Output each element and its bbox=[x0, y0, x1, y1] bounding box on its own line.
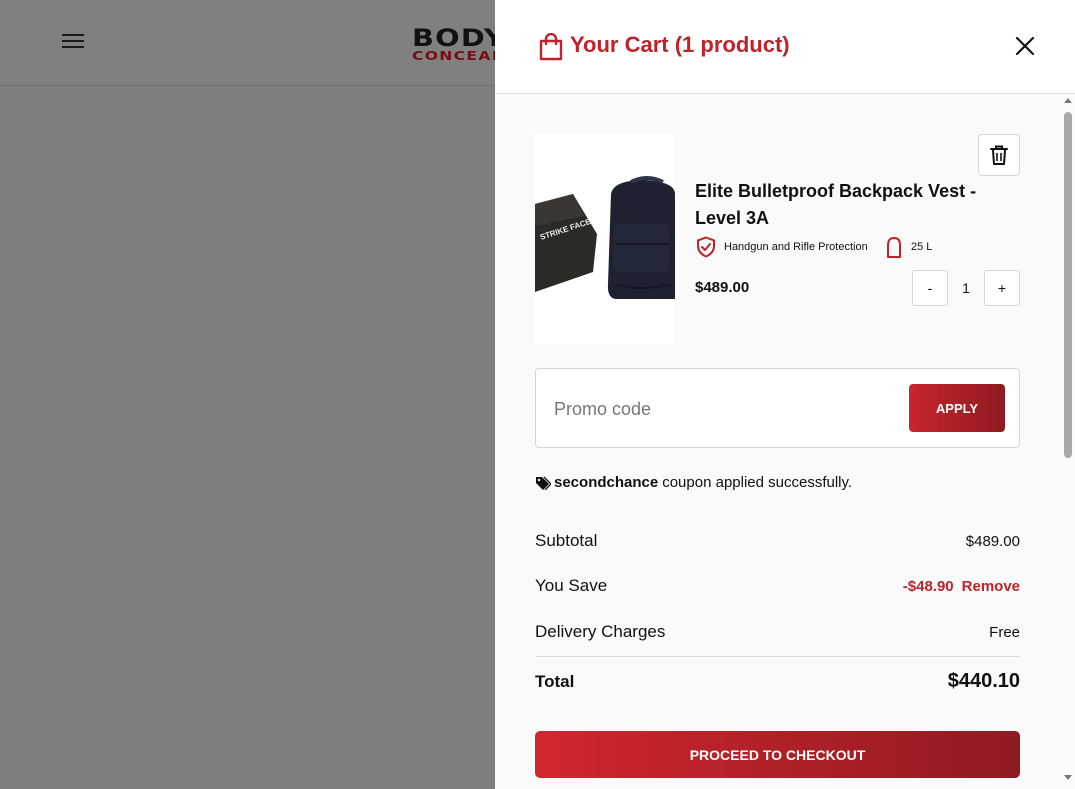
hamburger-menu-icon[interactable] bbox=[62, 34, 84, 50]
tag-icon bbox=[536, 476, 551, 490]
savings-value: -$48.90 bbox=[902, 578, 954, 595]
delivery-row: Delivery Charges Free bbox=[535, 622, 1020, 642]
promo-code-input[interactable] bbox=[554, 393, 894, 425]
coupon-code: secondchance bbox=[554, 474, 659, 491]
quantity-value: 1 bbox=[962, 280, 970, 296]
feature-capacity: 25 L bbox=[885, 236, 932, 258]
remove-coupon-link[interactable]: Remove bbox=[962, 578, 1020, 595]
savings-label: You Save bbox=[535, 576, 608, 595]
scrollbar-thumb[interactable] bbox=[1064, 112, 1072, 458]
shopping-bag-icon bbox=[539, 33, 563, 61]
summary-divider bbox=[535, 656, 1020, 657]
total-label: Total bbox=[535, 671, 575, 691]
proceed-to-checkout-button[interactable]: PROCEED TO CHECKOUT bbox=[535, 731, 1020, 778]
cart-header: Your Cart (1 product) bbox=[495, 0, 1075, 94]
drawer-scrollbar[interactable] bbox=[1061, 94, 1075, 789]
subtotal-row: Subtotal $489.00 bbox=[535, 531, 1020, 551]
feature-capacity-label: 25 L bbox=[911, 241, 933, 253]
logo-bottom-text: CONCEALED bbox=[412, 49, 502, 63]
quantity-decrease-button[interactable]: - bbox=[912, 270, 948, 306]
scroll-up-arrow-icon[interactable] bbox=[1064, 98, 1072, 103]
apply-promo-button[interactable]: APPLY bbox=[909, 384, 1005, 432]
coupon-success-message: secondchance coupon applied successfully… bbox=[535, 474, 852, 491]
close-icon[interactable] bbox=[1013, 34, 1037, 58]
savings-group: -$48.90 Remove bbox=[903, 576, 1020, 596]
product-image[interactable]: STRIKE FACE bbox=[535, 134, 675, 344]
backpack-capacity-icon bbox=[887, 237, 901, 258]
product-name[interactable]: Elite Bulletproof Backpack Vest - Level … bbox=[695, 178, 995, 232]
delete-item-button[interactable] bbox=[978, 134, 1020, 176]
site-logo: BODY CONCEALED bbox=[412, 26, 502, 66]
trash-icon bbox=[990, 145, 1008, 165]
total-value: $440.10 bbox=[947, 670, 1020, 692]
scroll-down-arrow-icon[interactable] bbox=[1064, 775, 1072, 780]
total-row: Total $440.10 bbox=[535, 670, 1020, 693]
delivery-value: Free bbox=[989, 623, 1020, 641]
subtotal-label: Subtotal bbox=[535, 531, 598, 550]
feature-protection: Handgun and Rifle Protection bbox=[696, 236, 868, 258]
product-price: $489.00 bbox=[695, 279, 750, 296]
delivery-label: Delivery Charges bbox=[535, 622, 666, 641]
savings-row: You Save -$48.90 Remove bbox=[535, 576, 1020, 596]
promo-code-box: APPLY bbox=[535, 368, 1020, 448]
cart-drawer: Your Cart (1 product) STRIKE FACE Elite … bbox=[495, 0, 1075, 789]
coupon-message-text: coupon applied successfully. bbox=[662, 474, 853, 491]
shield-check-icon bbox=[697, 236, 715, 258]
logo-top-text: BODY bbox=[412, 26, 502, 52]
cart-title: Your Cart (1 product) bbox=[570, 32, 790, 57]
feature-protection-label: Handgun and Rifle Protection bbox=[724, 241, 868, 253]
quantity-increase-button[interactable]: + bbox=[984, 270, 1020, 306]
subtotal-value: $489.00 bbox=[965, 532, 1020, 550]
